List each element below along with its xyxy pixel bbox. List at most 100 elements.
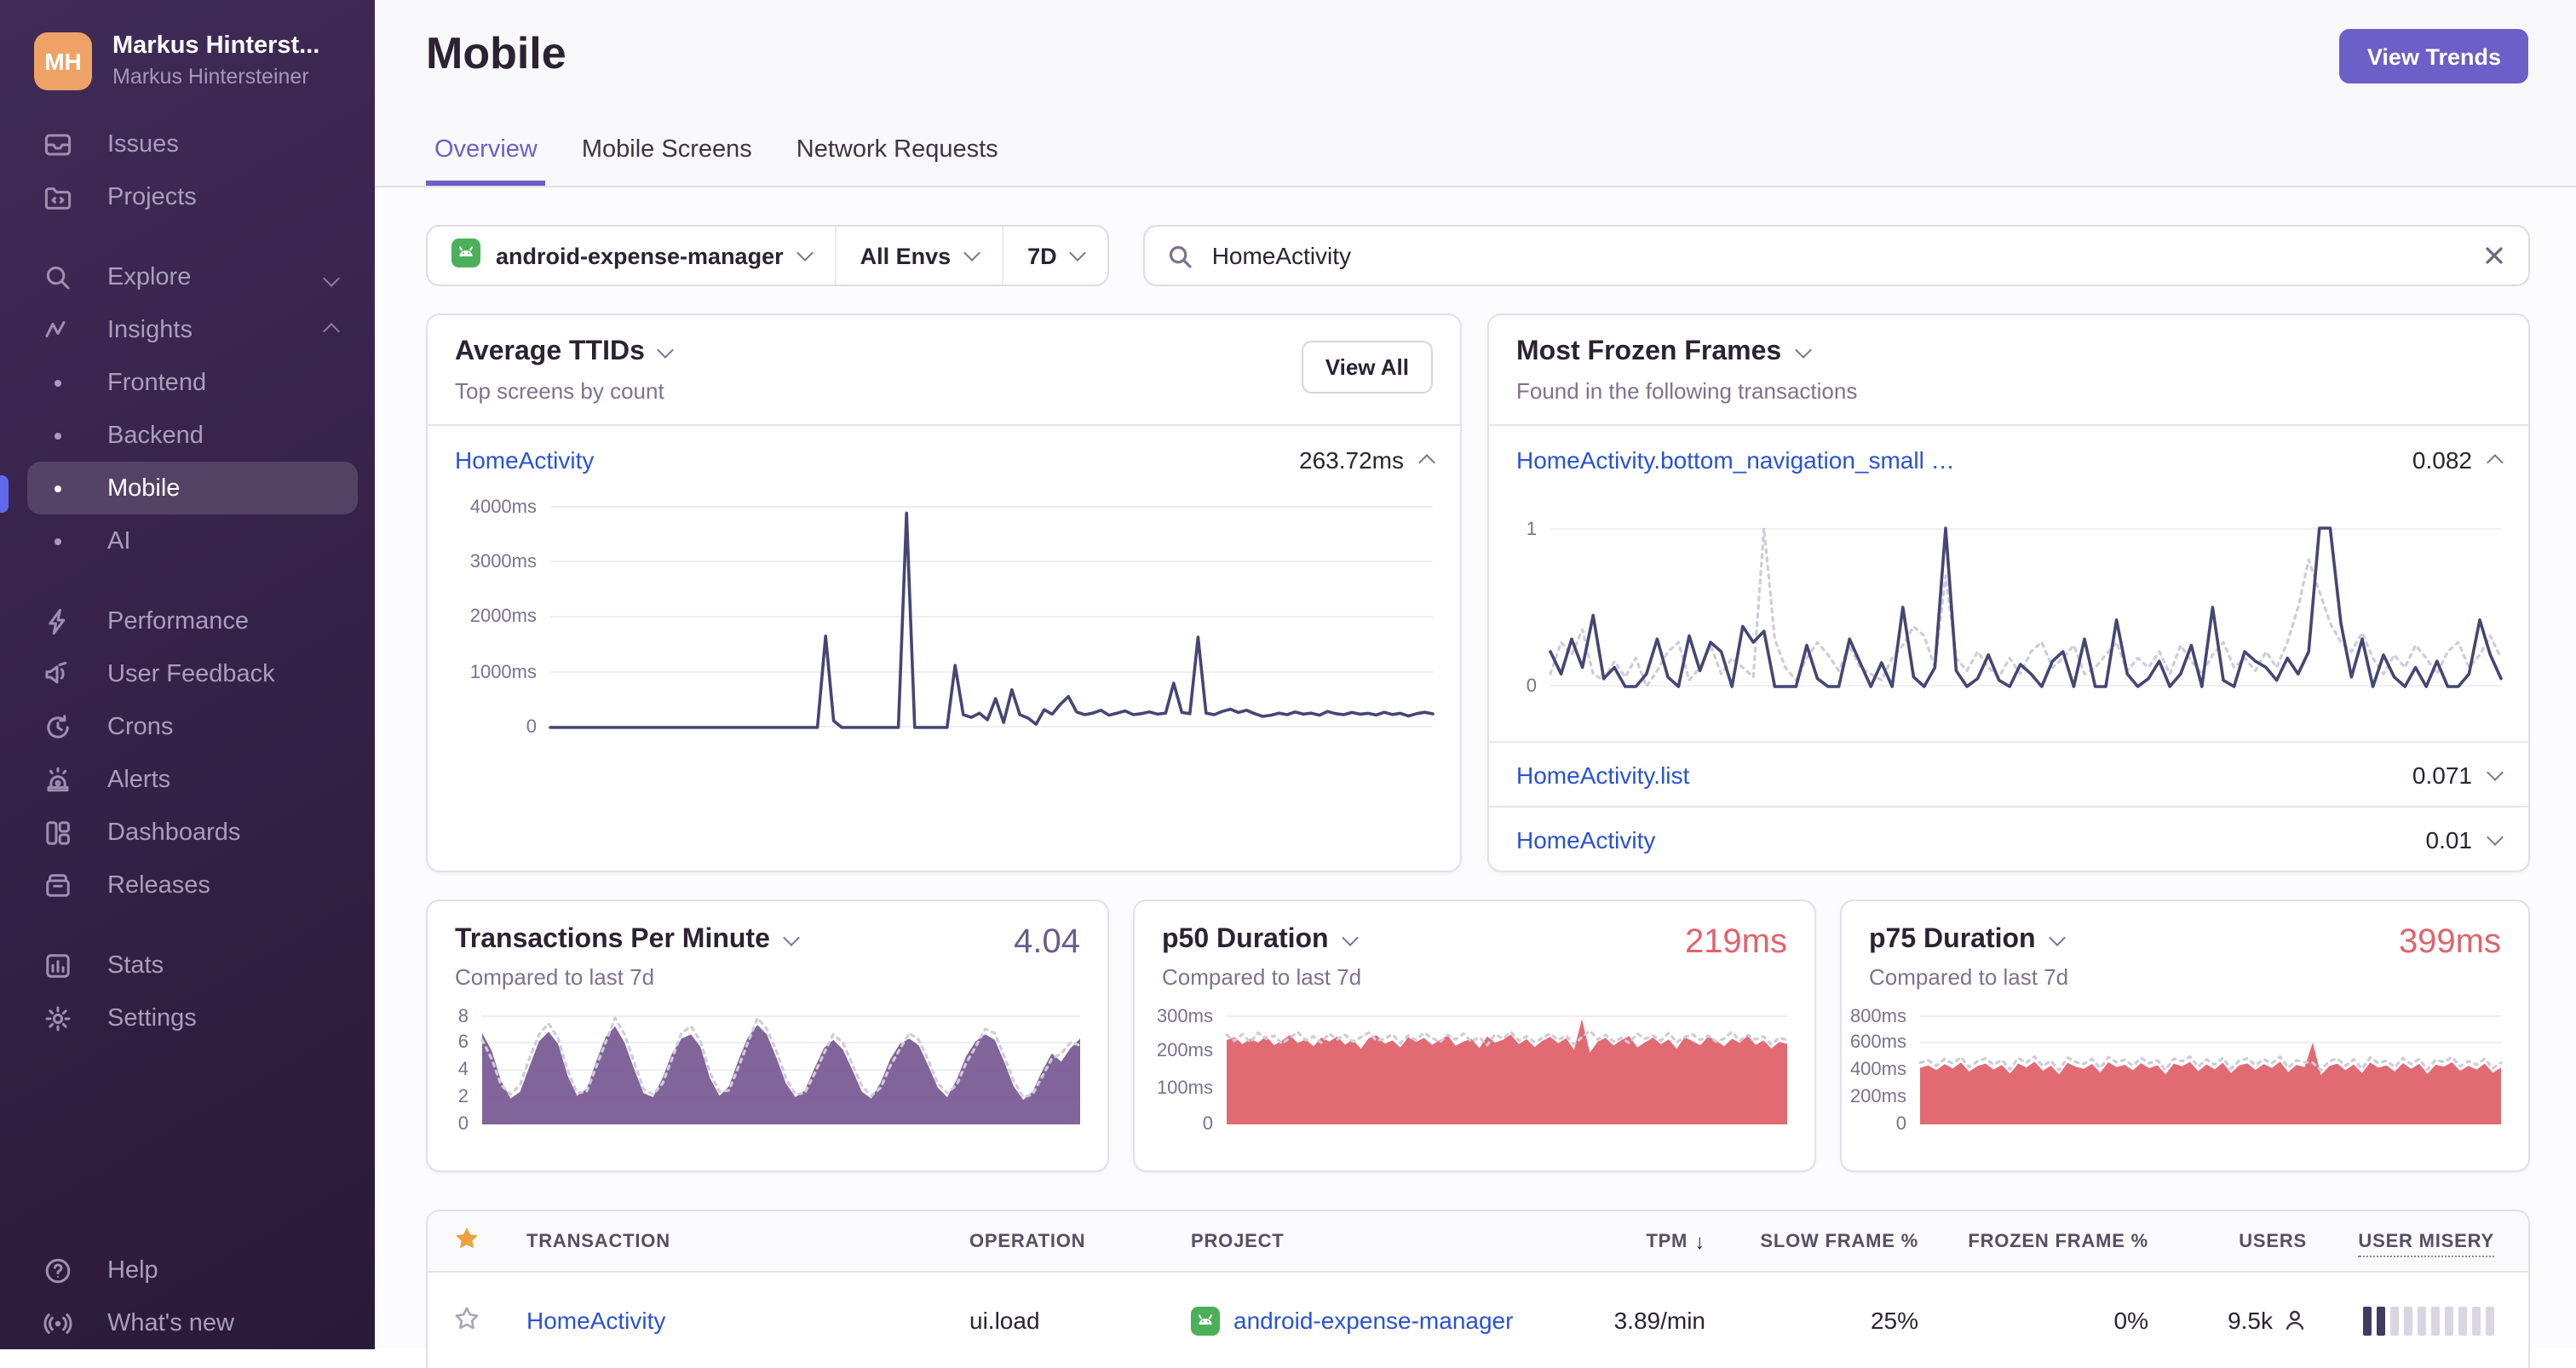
org-user-switcher[interactable]: MH Markus Hinterst... Markus Hinterstein… xyxy=(0,0,375,90)
frozen-frames-title-dropdown[interactable]: Most Frozen Frames xyxy=(1516,337,2501,368)
app-root: MH Markus Hinterst... Markus Hinterstein… xyxy=(0,0,2576,1368)
card-subtitle: Top screens by count xyxy=(455,378,664,404)
axis-tick-label: 400ms xyxy=(1849,1060,1906,1080)
sidebar-item-issues[interactable]: Issues xyxy=(0,118,375,170)
axis-tick-label: 300ms xyxy=(1156,1006,1213,1026)
transaction-link[interactable]: HomeActivity xyxy=(455,446,594,474)
top-cards-row: Average TTIDs Top screens by count View … xyxy=(426,313,2530,872)
search-input[interactable] xyxy=(1208,240,2467,271)
transactions-table: TRANSACTION OPERATION PROJECT TPM ↓ SLOW … xyxy=(426,1210,2530,1368)
android-project-icon xyxy=(451,239,480,273)
tpm-value: 4.04 xyxy=(1014,923,1080,961)
sidebar-item-mobile[interactable]: Mobile xyxy=(27,462,358,515)
sidebar-item-settings[interactable]: Settings xyxy=(0,992,375,1044)
misery-bar xyxy=(2458,1306,2467,1335)
sidebar-item-alerts[interactable]: Alerts xyxy=(0,753,375,806)
column-header-users[interactable]: USERS xyxy=(2169,1231,2327,1251)
column-header-operation[interactable]: OPERATION xyxy=(949,1231,1170,1251)
sidebar-item-stats[interactable]: Stats xyxy=(0,939,375,992)
frozen-rate-value: 0.01 xyxy=(2425,825,2473,853)
bullet-icon xyxy=(41,418,75,452)
clear-search-icon[interactable] xyxy=(2482,244,2506,267)
collapse-row-icon[interactable] xyxy=(2487,451,2504,471)
sidebar: MH Markus Hinterst... Markus Hinterstein… xyxy=(0,0,375,1349)
user-name: Markus Hinterst... xyxy=(112,32,320,60)
misery-bar xyxy=(2404,1306,2412,1335)
transaction-link[interactable]: HomeActivity.list xyxy=(1516,761,1689,788)
misery-bar xyxy=(2390,1306,2399,1335)
projects-icon xyxy=(41,180,75,214)
tpm-title-dropdown[interactable]: Transactions Per Minute xyxy=(455,925,1080,956)
archive-icon xyxy=(41,868,75,902)
axis-tick-label: 4 xyxy=(457,1060,469,1080)
sidebar-item-user-feedback[interactable]: User Feedback xyxy=(0,647,375,700)
bullet-icon xyxy=(41,524,75,558)
sidebar-item-help[interactable]: Help xyxy=(0,1244,375,1296)
axis-tick-label: 100ms xyxy=(1156,1078,1213,1099)
view-all-button[interactable]: View All xyxy=(1301,341,1433,394)
expand-row-icon[interactable] xyxy=(2487,828,2504,845)
ttid-transaction-row: HomeActivity 263.72ms xyxy=(428,426,1460,494)
star-column-header[interactable] xyxy=(428,1225,506,1257)
cell-transaction: HomeActivity xyxy=(506,1307,949,1334)
tpm-chart: 8 6 4 2 0 xyxy=(455,1006,1082,1134)
sidebar-item-label: Performance xyxy=(107,607,250,635)
column-header-user-misery[interactable]: USER MISERY xyxy=(2327,1231,2528,1256)
frozen-rate-value: 0.071 xyxy=(2412,761,2472,788)
sidebar-item-projects[interactable]: Projects xyxy=(0,170,375,223)
sidebar-item-ai[interactable]: AI xyxy=(0,514,375,567)
lightning-icon xyxy=(41,604,75,638)
chevron-down-icon xyxy=(963,244,981,262)
column-header-frozen-frame[interactable]: FROZEN FRAME % xyxy=(1939,1231,2169,1251)
sidebar-item-explore[interactable]: Explore xyxy=(0,250,375,303)
transaction-link[interactable]: HomeActivity xyxy=(1516,825,1655,853)
cell-project: android-expense-manager xyxy=(1170,1306,1513,1335)
sidebar-item-label: Explore xyxy=(107,263,192,291)
sidebar-item-releases[interactable]: Releases xyxy=(0,859,375,911)
column-header-slow-frame[interactable]: SLOW FRAME % xyxy=(1726,1231,1939,1251)
misery-bar xyxy=(2363,1306,2372,1335)
tpm-card: Transactions Per Minute Compared to last… xyxy=(426,900,1109,1172)
expand-row-icon[interactable] xyxy=(2487,763,2504,780)
sidebar-item-dashboards[interactable]: Dashboards xyxy=(0,806,375,859)
sidebar-item-whats-new[interactable]: What's new xyxy=(0,1296,375,1349)
date-range-filter[interactable]: 7D xyxy=(1002,227,1108,285)
chevron-down-icon xyxy=(323,263,340,290)
cell-users: 9.5k xyxy=(2169,1307,2327,1334)
project-link[interactable]: android-expense-manager xyxy=(1233,1307,1513,1334)
star-toggle[interactable] xyxy=(428,1304,506,1336)
transaction-link[interactable]: HomeActivity.bottom_navigation_small … xyxy=(1516,446,1955,474)
sidebar-item-crons[interactable]: Crons xyxy=(0,700,375,753)
chevron-down-icon xyxy=(1341,929,1359,946)
transaction-link[interactable]: HomeActivity xyxy=(526,1307,665,1334)
view-trends-button[interactable]: View Trends xyxy=(2339,29,2528,83)
collapse-row-icon[interactable] xyxy=(1418,451,1435,471)
megaphone-icon xyxy=(41,657,75,691)
environment-filter[interactable]: All Envs xyxy=(834,227,1003,285)
project-filter[interactable]: android-expense-manager xyxy=(428,227,835,285)
cell-frozen-frame: 0% xyxy=(2113,1307,2148,1334)
sidebar-item-backend[interactable]: Backend xyxy=(0,409,375,462)
project-filter-value: android-expense-manager xyxy=(496,243,784,268)
axis-tick-label: 0 xyxy=(1202,1113,1213,1134)
tab-overview[interactable]: Overview xyxy=(426,136,546,186)
most-frozen-frames-card: Most Frozen Frames Found in the followin… xyxy=(1487,313,2530,872)
column-header-transaction[interactable]: TRANSACTION xyxy=(506,1231,949,1251)
misery-bar xyxy=(2486,1306,2494,1335)
card-subtitle: Compared to last 7d xyxy=(455,964,655,990)
avatar: MH xyxy=(34,32,92,90)
card-title-text: p75 Duration xyxy=(1869,925,2036,954)
p50-chart: 300ms 200ms 100ms 0 xyxy=(1157,1006,1789,1134)
tab-mobile-screens[interactable]: Mobile Screens xyxy=(573,136,761,186)
sidebar-item-insights[interactable]: Insights xyxy=(0,303,375,356)
column-header-tpm[interactable]: TPM ↓ xyxy=(1477,1229,1726,1253)
column-header-project[interactable]: PROJECT xyxy=(1170,1231,1477,1251)
average-ttids-title-dropdown[interactable]: Average TTIDs xyxy=(455,337,1433,368)
bar-chart-icon xyxy=(41,948,75,982)
sidebar-item-performance[interactable]: Performance xyxy=(0,595,375,647)
axis-tick-label: 200ms xyxy=(1156,1041,1213,1062)
card-title-text: p50 Duration xyxy=(1162,925,1329,954)
y-axis-labels: 300ms 200ms 100ms 0 xyxy=(1157,1006,1227,1134)
sidebar-item-frontend[interactable]: Frontend xyxy=(0,356,375,409)
tab-network-requests[interactable]: Network Requests xyxy=(788,136,1007,186)
